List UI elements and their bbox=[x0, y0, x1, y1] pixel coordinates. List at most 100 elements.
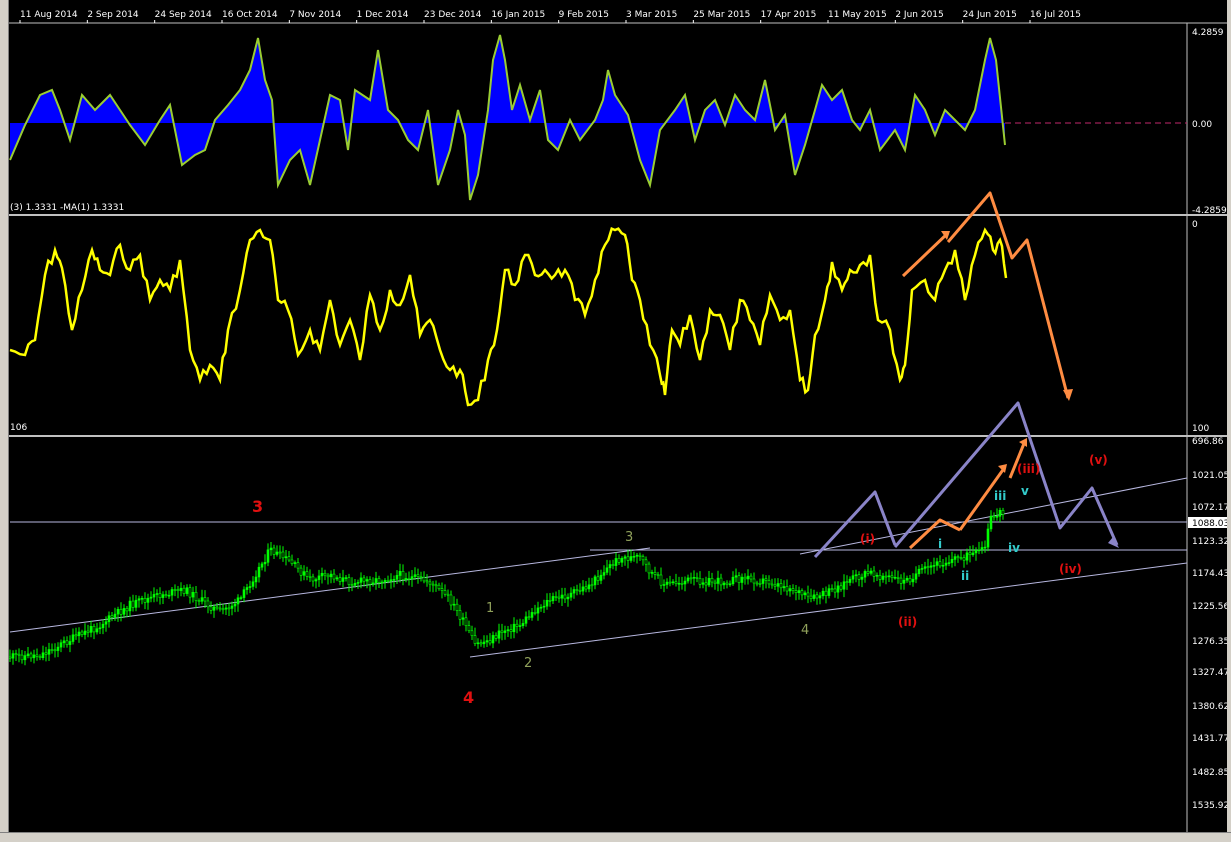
oscillator-scale-bottom: -4.2859 bbox=[1192, 206, 1227, 216]
candle-body bbox=[428, 581, 432, 585]
candle-body bbox=[596, 576, 600, 581]
wave-label-minor-4[interactable]: 4 bbox=[801, 623, 809, 638]
candle-body bbox=[479, 642, 483, 645]
wave-label-big-4[interactable]: 4 bbox=[463, 688, 474, 707]
candle-body bbox=[11, 653, 15, 659]
candle-body bbox=[785, 586, 789, 592]
candle-body bbox=[152, 594, 156, 598]
trend-channel[interactable] bbox=[9, 477, 1188, 658]
candle-body bbox=[68, 641, 72, 645]
candle-body bbox=[464, 617, 468, 626]
candle-body bbox=[749, 575, 753, 580]
candle-body bbox=[581, 586, 585, 592]
candle-body bbox=[113, 613, 117, 618]
chart-canvas[interactable]: 11 Aug 2014 2 Sep 2014 24 Sep 2014 16 Oct 2… bbox=[0, 0, 1231, 842]
candle-body bbox=[935, 561, 939, 566]
elliott-wave-labels[interactable]: 3 4 1 2 3 4 (i) (ii) (iii) (iv) (v) i ii… bbox=[252, 453, 1108, 707]
price-tick-label: 1174.43 bbox=[1192, 569, 1229, 579]
wave-label-ii[interactable]: ii bbox=[961, 569, 969, 583]
candle-body bbox=[326, 574, 330, 578]
candle-body bbox=[83, 630, 87, 635]
candle-body bbox=[689, 577, 693, 580]
candle-body bbox=[719, 577, 723, 586]
candle-body bbox=[971, 552, 975, 556]
wave-label-i-paren[interactable]: (i) bbox=[860, 532, 875, 546]
candle-body bbox=[857, 574, 861, 580]
candle-body bbox=[383, 580, 387, 583]
wave-label-iii-paren[interactable]: (iii) bbox=[1017, 462, 1040, 476]
candle-body bbox=[539, 606, 543, 609]
wave-label-minor-3[interactable]: 3 bbox=[625, 530, 633, 545]
wave-label-iv[interactable]: iv bbox=[1008, 541, 1020, 555]
date-tick-label: 1 Dec 2014 bbox=[357, 10, 409, 20]
candle-body bbox=[467, 625, 471, 632]
candle-body bbox=[872, 570, 876, 577]
candle-body bbox=[128, 600, 132, 612]
candle-body bbox=[818, 595, 822, 599]
candle-body bbox=[92, 625, 96, 633]
candle-body bbox=[989, 515, 993, 530]
stochastic-left-value: 106 bbox=[10, 423, 27, 433]
candle-body bbox=[473, 635, 477, 644]
oscillator-panel[interactable]: (3) 1.3331 -MA(1) 1.3331 4.2859 0.00 -4.… bbox=[9, 28, 1227, 216]
candle-body bbox=[968, 552, 972, 555]
candle-body bbox=[644, 559, 648, 565]
channel-line-lower[interactable] bbox=[469, 562, 1188, 658]
candle-body bbox=[344, 577, 348, 579]
wave-label-v-paren[interactable]: (v) bbox=[1089, 453, 1108, 467]
candle-body bbox=[179, 587, 183, 591]
candle-body bbox=[704, 582, 708, 586]
wave-label-i[interactable]: i bbox=[938, 537, 942, 551]
candle-body bbox=[488, 640, 492, 644]
horizontal-scrollbar[interactable] bbox=[0, 832, 1231, 842]
candle-body bbox=[416, 574, 420, 577]
candle-body bbox=[206, 600, 210, 608]
date-tick-label: 2 Sep 2014 bbox=[87, 10, 139, 20]
candle-body bbox=[869, 570, 873, 574]
candle-body bbox=[20, 654, 24, 661]
candle-body bbox=[767, 580, 771, 585]
purple-arrow-small[interactable] bbox=[813, 490, 897, 559]
wave-label-minor-1[interactable]: 1 bbox=[486, 601, 494, 616]
candle-body bbox=[758, 583, 762, 585]
candle-body bbox=[860, 576, 864, 580]
date-tick-label: 7 Nov 2014 bbox=[289, 10, 341, 20]
candle-body bbox=[611, 564, 615, 566]
candle-body bbox=[743, 576, 747, 580]
current-price-value: 1088.03 bbox=[1192, 519, 1229, 529]
wave-label-iii[interactable]: iii bbox=[994, 489, 1006, 503]
candle-body bbox=[59, 642, 63, 648]
chart-window[interactable]: 11 Aug 2014 2 Sep 2014 24 Sep 2014 16 Oct 2… bbox=[0, 0, 1231, 842]
candle-body bbox=[551, 596, 555, 602]
candle-body bbox=[77, 631, 81, 637]
stochastic-line bbox=[9, 227, 1008, 407]
candle-body bbox=[122, 608, 126, 615]
candle-body bbox=[821, 590, 825, 597]
candle-body bbox=[155, 593, 159, 595]
wave-label-ii-paren[interactable]: (ii) bbox=[898, 615, 917, 629]
wave-label-v[interactable]: v bbox=[1021, 484, 1029, 498]
candle-body bbox=[449, 594, 453, 606]
candle-body bbox=[650, 572, 654, 574]
candle-body bbox=[953, 556, 957, 560]
candle-body bbox=[29, 653, 33, 659]
projection-arrows-orange[interactable] bbox=[901, 191, 1070, 550]
candle-body bbox=[962, 557, 966, 561]
candle-body bbox=[62, 640, 66, 644]
candle-body bbox=[518, 625, 522, 627]
orange-arrow-stoch-up[interactable] bbox=[901, 231, 950, 278]
candle-body bbox=[419, 576, 423, 578]
candle-body bbox=[632, 555, 636, 558]
candle-body bbox=[485, 640, 489, 643]
purple-arrow-large[interactable] bbox=[893, 401, 1119, 548]
wave-label-iv-paren[interactable]: (iv) bbox=[1059, 562, 1082, 576]
wave-label-big-3[interactable]: 3 bbox=[252, 497, 263, 516]
candle-body bbox=[515, 623, 519, 627]
candle-body bbox=[548, 599, 552, 602]
wave-label-minor-2[interactable]: 2 bbox=[524, 656, 532, 671]
candle-body bbox=[200, 597, 204, 602]
candle-body bbox=[143, 597, 147, 603]
candle-body bbox=[836, 585, 840, 593]
price-panel[interactable]: 696.86 1021.05 1072.17 1123.32 1174.43 1225.5… bbox=[8, 191, 1229, 811]
candle-body bbox=[524, 616, 528, 624]
